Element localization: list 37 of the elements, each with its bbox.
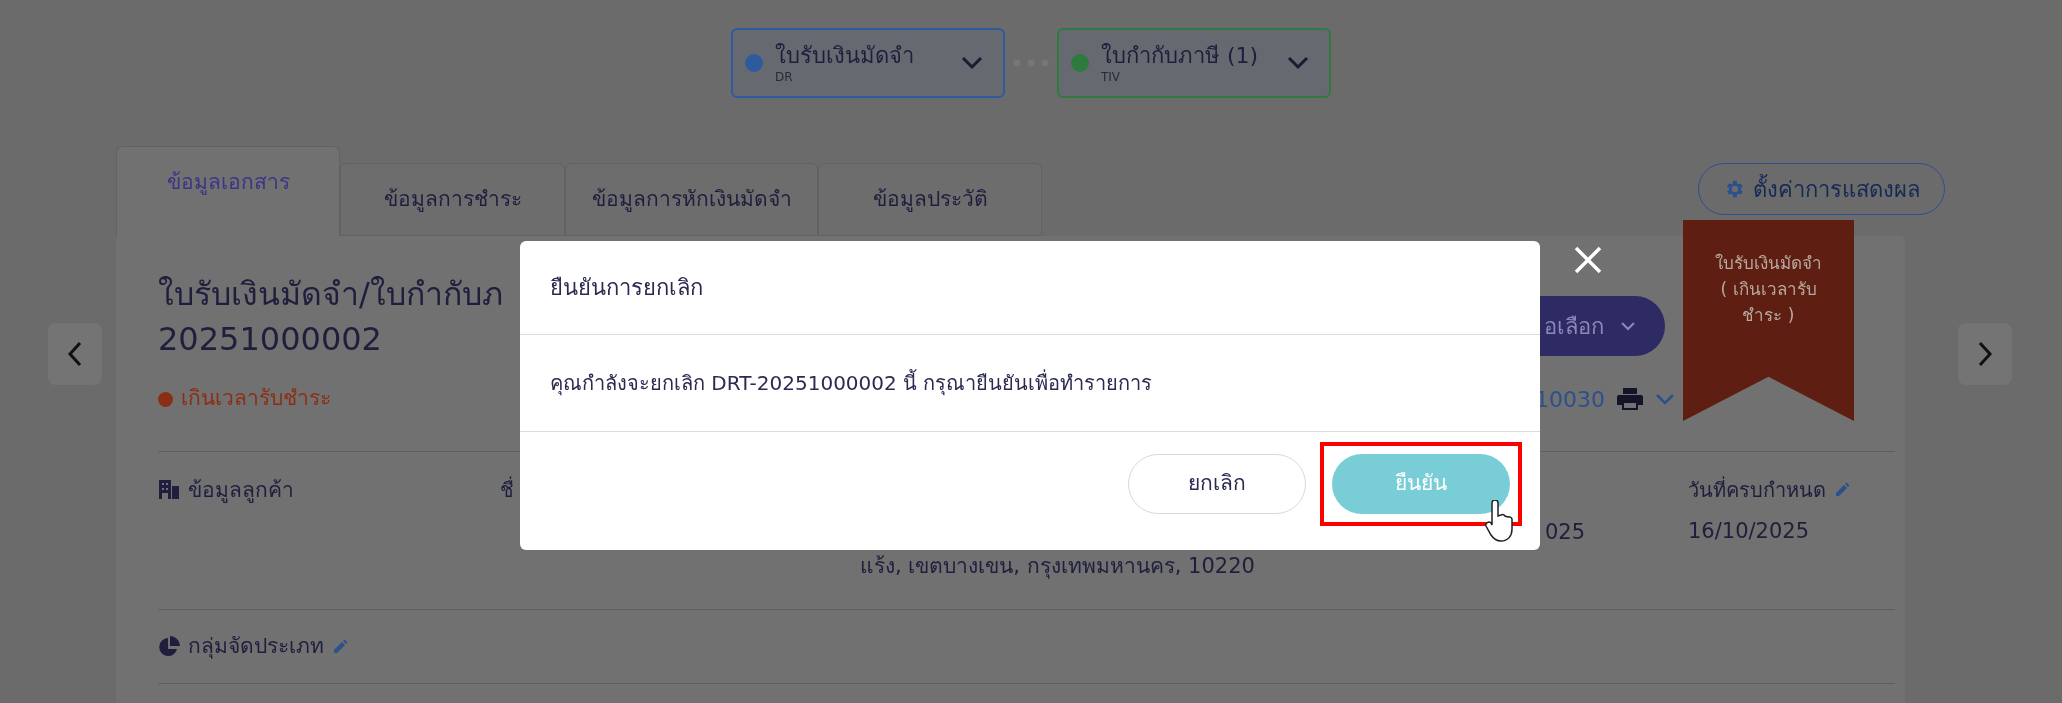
section-heading: กลุ่มจัดประเภท <box>188 632 324 661</box>
dialog-title: ยืนยันการยกเลิก <box>550 274 703 302</box>
document-chip[interactable]: ใบกำกับภาษี (1) TIV <box>1057 28 1331 98</box>
pie-chart-icon <box>158 635 180 658</box>
hand-pointer-icon <box>1484 500 1514 542</box>
tab[interactable]: ข้อมูลการชำระ <box>340 163 565 236</box>
close-icon[interactable] <box>1573 245 1603 275</box>
document-title: ใบรับเงินมัดจำ/ใบกำกับภ 20251000002 <box>158 274 504 360</box>
chevron-right-icon <box>1977 341 1993 367</box>
due-date-value: 16/10/2025 <box>1688 518 1811 545</box>
tab[interactable]: ข้อมูลประวัติ <box>818 163 1042 236</box>
date-value: 025 <box>1545 519 1586 546</box>
chevron-down-icon <box>1620 321 1636 331</box>
confirm-button[interactable]: ยืนยัน <box>1332 454 1510 514</box>
address-text: แร้ง, เขตบางเขน, กรุงเทพมหานคร, 10220 <box>860 553 1255 580</box>
chevron-left-icon <box>67 341 83 367</box>
document-chip[interactable]: ใบรับเงินมัดจำ DR <box>731 28 1005 98</box>
building-icon <box>158 478 180 500</box>
field-label: วันที่ครบกำหนด <box>1688 478 1826 502</box>
chevron-down-icon <box>961 56 983 70</box>
next-button[interactable] <box>1958 323 2012 385</box>
printer-icon[interactable] <box>1617 387 1643 411</box>
ribbon-text: ใบรับเงินมัดจำ ( เกินเวลารับ ชำระ ) <box>1715 252 1822 327</box>
previous-button[interactable] <box>48 323 102 385</box>
status-label: เกินเวลารับชำระ <box>181 385 331 413</box>
chip-code: TIV <box>1101 70 1121 84</box>
cancel-button[interactable]: ยกเลิก <box>1128 454 1306 514</box>
chip-title: ใบรับเงินมัดจำ <box>775 42 914 70</box>
field-label: ชื่ <box>500 475 515 504</box>
chip-code: DR <box>775 70 793 84</box>
tab[interactable]: ข้อมูลการหักเงินมัดจำ <box>565 163 818 236</box>
section-heading: ข้อมูลลูกค้า <box>188 478 294 502</box>
chevron-down-icon <box>1287 56 1309 70</box>
options-button[interactable]: อเลือก <box>1540 296 1665 356</box>
tab[interactable]: ข้อมูลเอกสาร <box>116 146 340 236</box>
chip-title: ใบกำกับภาษี (1) <box>1101 42 1259 70</box>
dialog-message: คุณกำลังจะยกเลิก DRT-20251000002 นี้ กรุณายืนยันเพื่อทำรายการ <box>550 368 1153 398</box>
